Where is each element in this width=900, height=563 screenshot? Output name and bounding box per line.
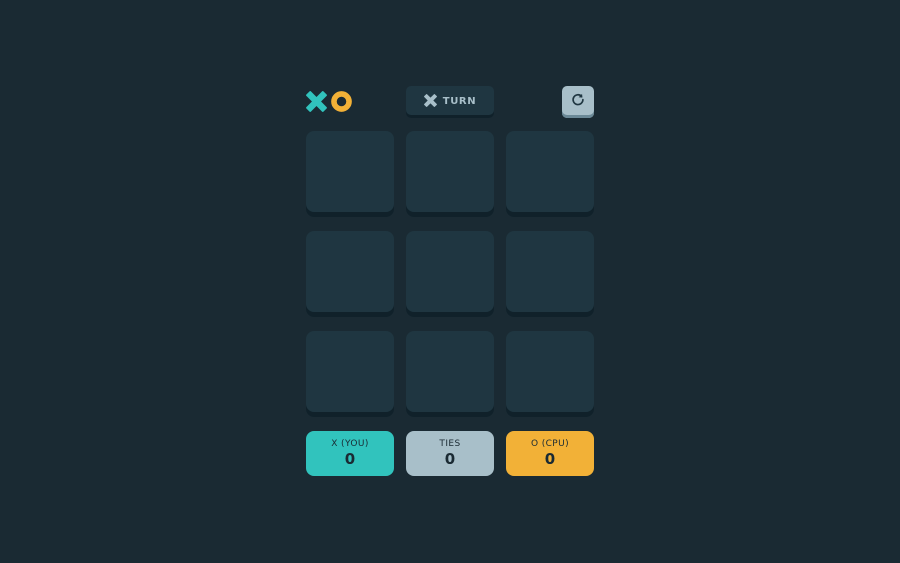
turn-x-icon bbox=[423, 92, 437, 111]
restart-button[interactable] bbox=[562, 86, 594, 118]
score-ties-label: TIES bbox=[439, 439, 461, 449]
restart-icon bbox=[571, 92, 585, 111]
game-container: TURN X (YOU) 0 TIES 0 O (CPU) 0 bbox=[306, 86, 594, 476]
logo-x-icon bbox=[306, 91, 327, 112]
turn-label: TURN bbox=[442, 95, 477, 107]
game-board bbox=[306, 131, 594, 417]
board-cell-4[interactable] bbox=[306, 231, 394, 317]
score-o-value: 0 bbox=[544, 450, 556, 468]
board-cell-7[interactable] bbox=[306, 331, 394, 417]
score-x-label: X (YOU) bbox=[331, 439, 369, 449]
game-header: TURN bbox=[306, 86, 594, 118]
board-cell-1[interactable] bbox=[306, 131, 394, 217]
board-cell-8[interactable] bbox=[406, 331, 494, 417]
score-o: O (CPU) 0 bbox=[506, 431, 594, 476]
score-x-value: 0 bbox=[344, 450, 356, 468]
logo bbox=[306, 91, 352, 112]
board-cell-2[interactable] bbox=[406, 131, 494, 217]
board-cell-6[interactable] bbox=[506, 231, 594, 317]
score-ties: TIES 0 bbox=[406, 431, 494, 476]
board-cell-3[interactable] bbox=[506, 131, 594, 217]
turn-indicator: TURN bbox=[406, 86, 494, 118]
board-cell-9[interactable] bbox=[506, 331, 594, 417]
score-o-label: O (CPU) bbox=[530, 439, 570, 449]
logo-o-icon bbox=[331, 91, 352, 112]
scoreboard: X (YOU) 0 TIES 0 O (CPU) 0 bbox=[306, 431, 594, 476]
score-ties-value: 0 bbox=[444, 450, 456, 468]
score-x: X (YOU) 0 bbox=[306, 431, 394, 476]
board-cell-5[interactable] bbox=[406, 231, 494, 317]
